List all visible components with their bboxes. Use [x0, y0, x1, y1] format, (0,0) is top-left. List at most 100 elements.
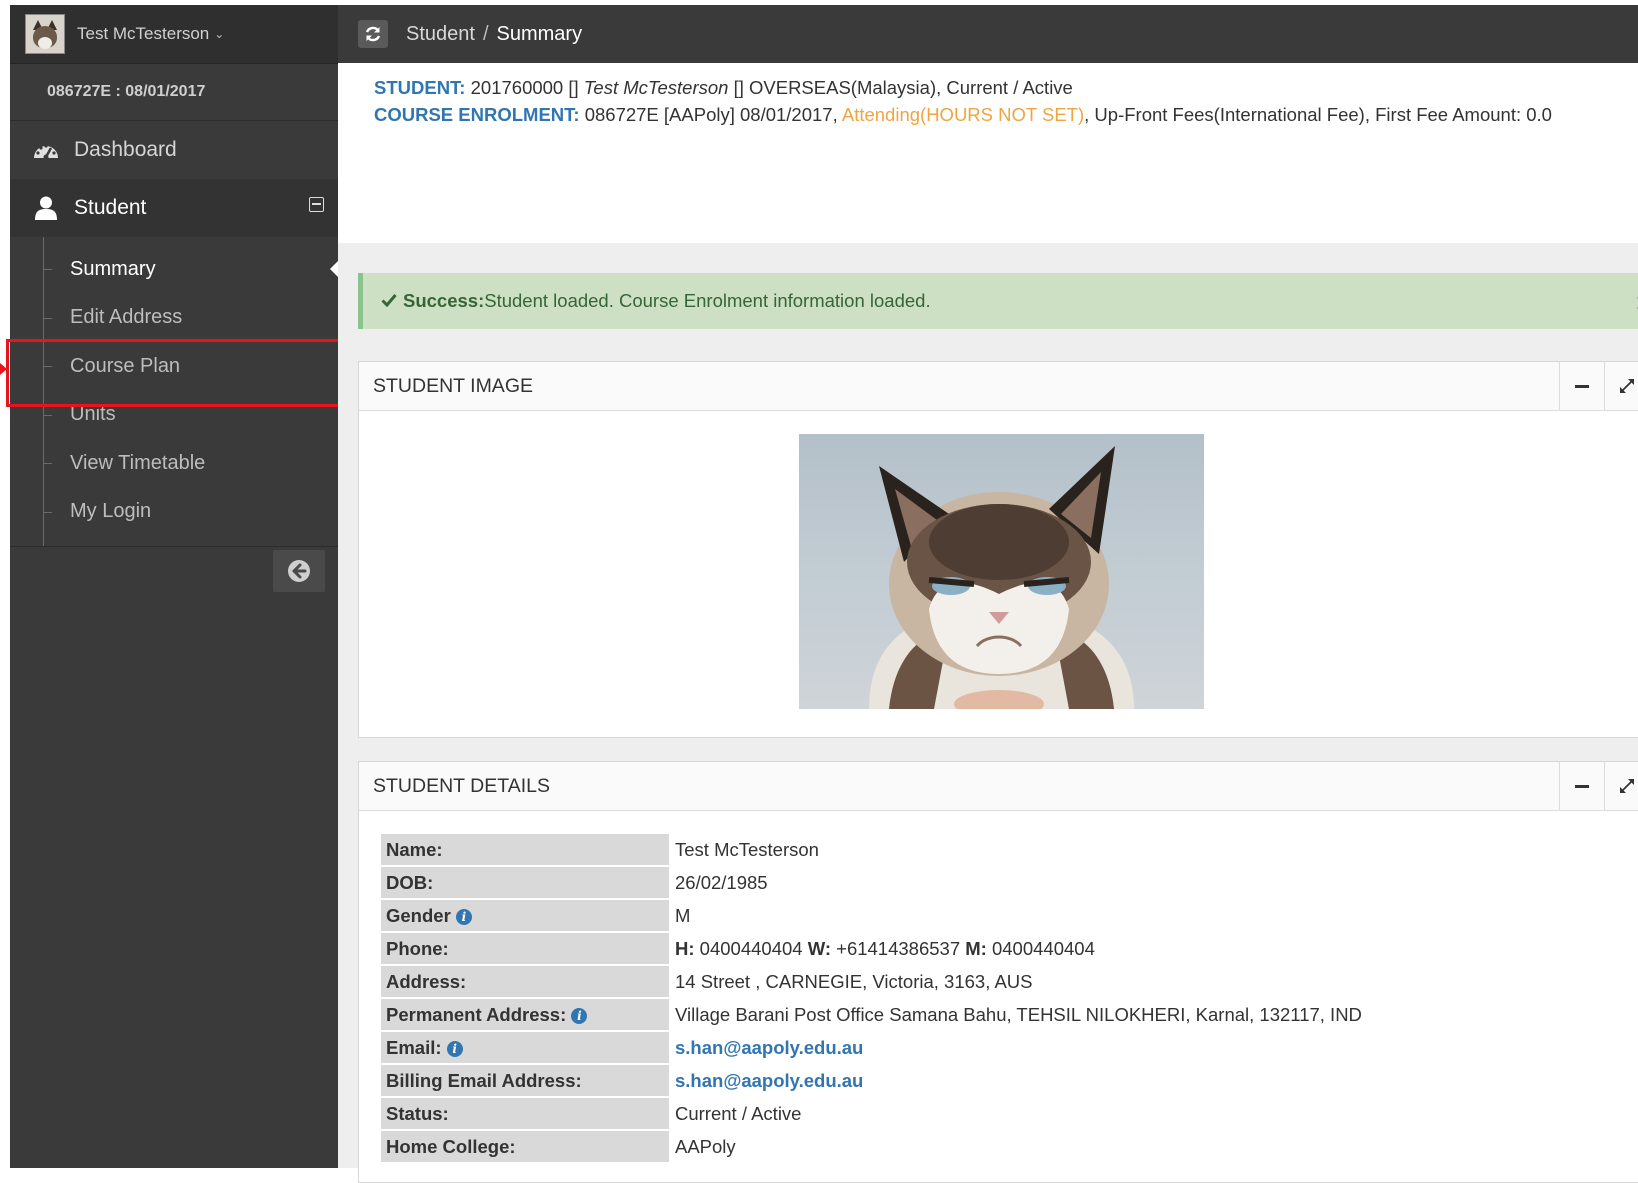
mobile-phone-label: M:: [965, 937, 987, 959]
user-name: Test McTesterson: [77, 24, 210, 43]
address-label: Address:: [381, 966, 669, 997]
info-icon[interactable]: i: [455, 908, 472, 925]
email-label: Email: i: [381, 1032, 669, 1063]
fee-info: , Up-Front Fees(International Fee), Firs…: [1084, 104, 1552, 125]
student-name: Test McTesterson: [583, 77, 729, 98]
gender-label-text: Gender: [386, 904, 451, 926]
billing-email-link[interactable]: s.han@aapoly.edu.au: [675, 1070, 863, 1091]
name-value: Test McTesterson: [675, 838, 819, 860]
course-enrolment-id: 086727E [AAPoly] 08/01/2017,: [579, 104, 842, 125]
course-enrolment-label: COURSE ENROLMENT:: [374, 104, 580, 125]
sidebar-item-student[interactable]: Student: [10, 179, 338, 237]
sidebar-item-summary[interactable]: Summary: [10, 245, 338, 294]
arrow-left-circle-icon: [288, 560, 310, 582]
home-college-value: AAPoly: [675, 1135, 736, 1157]
panel-title: STUDENT IMAGE: [373, 374, 533, 397]
student-details-table: Name: Test McTesterson DOB: 26/02/1985 G…: [381, 832, 1367, 1164]
dob-value: 26/02/1985: [675, 871, 768, 893]
status-label: Status:: [381, 1098, 669, 1129]
table-row: Home College: AAPoly: [381, 1131, 1367, 1162]
student-photo: [799, 434, 1204, 709]
home-phone: 0400440404: [694, 937, 808, 959]
gender-value: M: [675, 904, 691, 926]
gender-label: Gender i: [381, 900, 669, 931]
student-image-panel: STUDENT IMAGE: [358, 361, 1638, 738]
table-row: DOB: 26/02/1985: [381, 867, 1367, 898]
alert-label: Success:: [403, 290, 485, 311]
table-row: Name: Test McTesterson: [381, 834, 1367, 865]
chevron-down-icon: ⌄: [214, 27, 225, 41]
student-info-header: STUDENT: 201760000 [] Test McTesterson […: [338, 63, 1638, 243]
breadcrumb-current: Summary: [496, 22, 583, 45]
student-summary-line: STUDENT: 201760000 [] Test McTesterson […: [374, 77, 1073, 99]
dashboard-icon: [30, 139, 62, 161]
breadcrumb: Student / Summary: [406, 23, 582, 46]
attending-status: Attending(HOURS NOT SET): [841, 104, 1085, 125]
table-row: Address: 14 Street , CARNEGIE, Victoria,…: [381, 966, 1367, 997]
work-phone: +61414386537: [831, 937, 966, 959]
table-row: Permanent Address: i Village Barani Post…: [381, 999, 1367, 1030]
user-menu[interactable]: Test McTesterson ⌄: [10, 5, 338, 64]
table-row: Email: i s.han@aapoly.edu.au: [381, 1032, 1367, 1063]
work-phone-label: W:: [807, 937, 831, 959]
breadcrumb-parent[interactable]: Student: [406, 23, 475, 45]
student-details-panel: STUDENT DETAILS Name: Test McTesterson D…: [358, 761, 1638, 1183]
sidebar-item-view-timetable[interactable]: View Timetable: [10, 439, 338, 488]
permanent-address-label: Permanent Address: i: [381, 999, 669, 1030]
panel-header: STUDENT DETAILS: [359, 762, 1638, 811]
student-status: [] OVERSEAS(Malaysia), Current / Active: [728, 77, 1073, 98]
sidebar-item-edit-address[interactable]: Edit Address: [10, 294, 338, 343]
user-icon: [30, 196, 62, 220]
panel-title: STUDENT DETAILS: [373, 774, 550, 797]
minimize-button[interactable]: [1559, 362, 1604, 410]
fullscreen-button[interactable]: [1604, 762, 1638, 810]
sidebar-item-my-login[interactable]: My Login: [10, 488, 338, 537]
avatar: [25, 14, 65, 54]
refresh-button[interactable]: [358, 20, 388, 48]
permanent-address-label-text: Permanent Address:: [386, 1003, 567, 1025]
phone-value: H: 0400440404 W: +61414386537 M: 0400440…: [669, 933, 1367, 964]
course-enrolment-line: COURSE ENROLMENT: 086727E [AAPoly] 08/01…: [374, 104, 1552, 126]
panel-header: STUDENT IMAGE: [359, 362, 1638, 411]
table-row: Status: Current / Active: [381, 1098, 1367, 1129]
success-alert: Success: Student loaded. Course Enrolmen…: [358, 273, 1638, 329]
main-content: Success: Student loaded. Course Enrolmen…: [338, 243, 1638, 1183]
collapse-sidebar-button[interactable]: [273, 550, 325, 592]
annotation-highlight-course-plan: [6, 339, 372, 407]
info-icon[interactable]: i: [571, 1007, 588, 1024]
address-value: 14 Street , CARNEGIE, Victoria, 3163, AU…: [675, 970, 1033, 992]
expand-icon: [1620, 379, 1634, 393]
status-value: Current / Active: [675, 1102, 802, 1124]
breadcrumb-separator: /: [482, 22, 489, 45]
home-phone-label: H:: [675, 937, 695, 959]
sidebar-item-dashboard[interactable]: Dashboard: [10, 121, 338, 179]
sidebar-item-label: Dashboard: [74, 138, 177, 161]
phone-label: Phone:: [381, 933, 669, 964]
billing-email-value: s.han@aapoly.edu.au: [669, 1065, 1367, 1096]
mobile-phone: 0400440404: [986, 937, 1095, 959]
minus-icon: [1575, 784, 1589, 788]
email-label-text: Email:: [386, 1036, 442, 1058]
dob-label: DOB:: [381, 867, 669, 898]
minimize-button[interactable]: [1559, 762, 1604, 810]
collapse-icon[interactable]: [309, 197, 324, 212]
refresh-icon: [365, 26, 381, 42]
email-link[interactable]: s.han@aapoly.edu.au: [675, 1037, 863, 1058]
table-row: Billing Email Address: s.han@aapoly.edu.…: [381, 1065, 1367, 1096]
sidebar-item-label: Student: [74, 196, 147, 219]
name-label: Name:: [381, 834, 669, 865]
enrolment-indicator: 086727E : 08/01/2017: [10, 64, 338, 121]
top-bar: Student / Summary: [338, 5, 1638, 63]
info-icon[interactable]: i: [446, 1040, 463, 1057]
student-id: 201760000 []: [465, 77, 584, 98]
billing-email-label: Billing Email Address:: [381, 1065, 669, 1096]
sidebar: Test McTesterson ⌄ 086727E : 08/01/2017 …: [10, 5, 338, 1168]
table-row: Phone: H: 0400440404 W: +61414386537 M: …: [381, 933, 1367, 964]
home-college-label: Home College:: [381, 1131, 669, 1162]
email-value: s.han@aapoly.edu.au: [669, 1032, 1367, 1063]
student-label: STUDENT:: [374, 77, 466, 98]
permanent-address-value: Village Barani Post Office Samana Bahu, …: [675, 1003, 1362, 1025]
table-row: Gender i M: [381, 900, 1367, 931]
expand-icon: [1620, 779, 1634, 793]
fullscreen-button[interactable]: [1604, 362, 1638, 410]
